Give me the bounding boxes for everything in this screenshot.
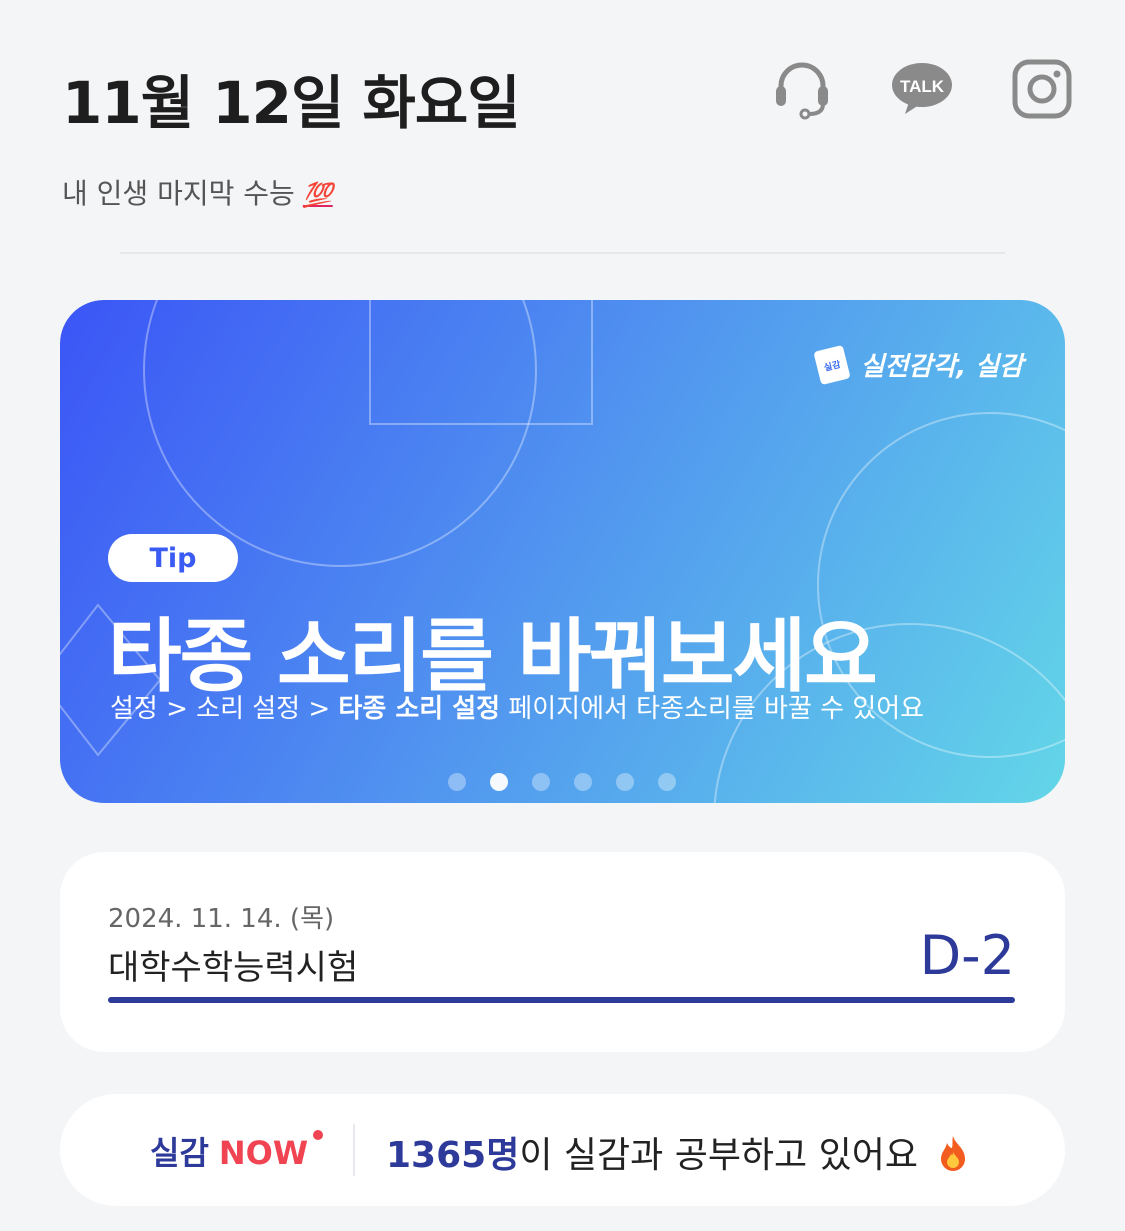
hundred-emoji: 💯: [302, 181, 333, 209]
now-separator: [353, 1124, 355, 1176]
carousel-dot-5[interactable]: [616, 773, 634, 791]
now-label-main: 실감: [150, 1134, 209, 1172]
carousel-dot-6[interactable]: [658, 773, 676, 791]
active-user-count: 1365명: [386, 1135, 520, 1176]
carousel-dot-4[interactable]: [574, 773, 592, 791]
instagram-icon[interactable]: [1011, 58, 1073, 120]
carousel-dots: [448, 773, 676, 791]
banner-desc-bold: 타종 소리 설정: [338, 694, 501, 724]
subtitle: 내 인생 마지막 수능 💯: [62, 172, 333, 212]
subtitle-text: 내 인생 마지막 수능: [62, 177, 295, 210]
brand: 실감 실전감각, 실감: [812, 344, 1023, 385]
banner-desc-suffix: 페이지에서 타종소리를 바꿀 수 있어요: [500, 694, 925, 724]
now-status: 1365명이 실감과 공부하고 있어요: [386, 1126, 969, 1181]
now-status-text: 이 실감과 공부하고 있어요: [519, 1135, 918, 1176]
carousel-dot-1[interactable]: [448, 773, 466, 791]
tip-banner[interactable]: 실감 실전감각, 실감 Tip 타종 소리를 바꿔보세요 설정 > 소리 설정 …: [60, 300, 1065, 803]
header: 11월 12일 화요일 TALK: [62, 52, 1073, 137]
live-dot-icon: [313, 1130, 323, 1140]
brand-name: 실전감각, 실감: [860, 352, 1023, 382]
banner-desc-prefix: 설정 > 소리 설정 >: [110, 694, 339, 724]
date-title: 11월 12일 화요일: [62, 69, 521, 137]
now-label-now: NOW: [218, 1134, 309, 1172]
header-icons: TALK: [771, 58, 1073, 120]
brand-logo-icon: 실감: [812, 344, 851, 385]
banner-description: 설정 > 소리 설정 > 타종 소리 설정 페이지에서 타종소리를 바꿀 수 있…: [110, 688, 924, 725]
exam-name: 대학수학능력시험: [108, 948, 359, 988]
headset-icon[interactable]: [771, 58, 833, 120]
kakaotalk-icon[interactable]: TALK: [891, 58, 953, 120]
now-label: 실감 NOW: [150, 1128, 308, 1174]
carousel-dot-2[interactable]: [490, 773, 508, 791]
divider: [120, 252, 1005, 254]
dday-progress-bar: [108, 997, 1015, 1003]
talk-text: TALK: [900, 77, 945, 96]
dday-card[interactable]: 2024. 11. 14. (목) 대학수학능력시험 D-2: [60, 852, 1065, 1052]
exam-date: 2024. 11. 14. (목): [108, 904, 335, 934]
now-card[interactable]: 실감 NOW 1365명이 실감과 공부하고 있어요: [60, 1094, 1065, 1206]
fire-icon: [937, 1134, 969, 1181]
carousel-dot-3[interactable]: [532, 773, 550, 791]
dday-count: D-2: [919, 924, 1015, 987]
tip-badge: Tip: [108, 534, 238, 582]
